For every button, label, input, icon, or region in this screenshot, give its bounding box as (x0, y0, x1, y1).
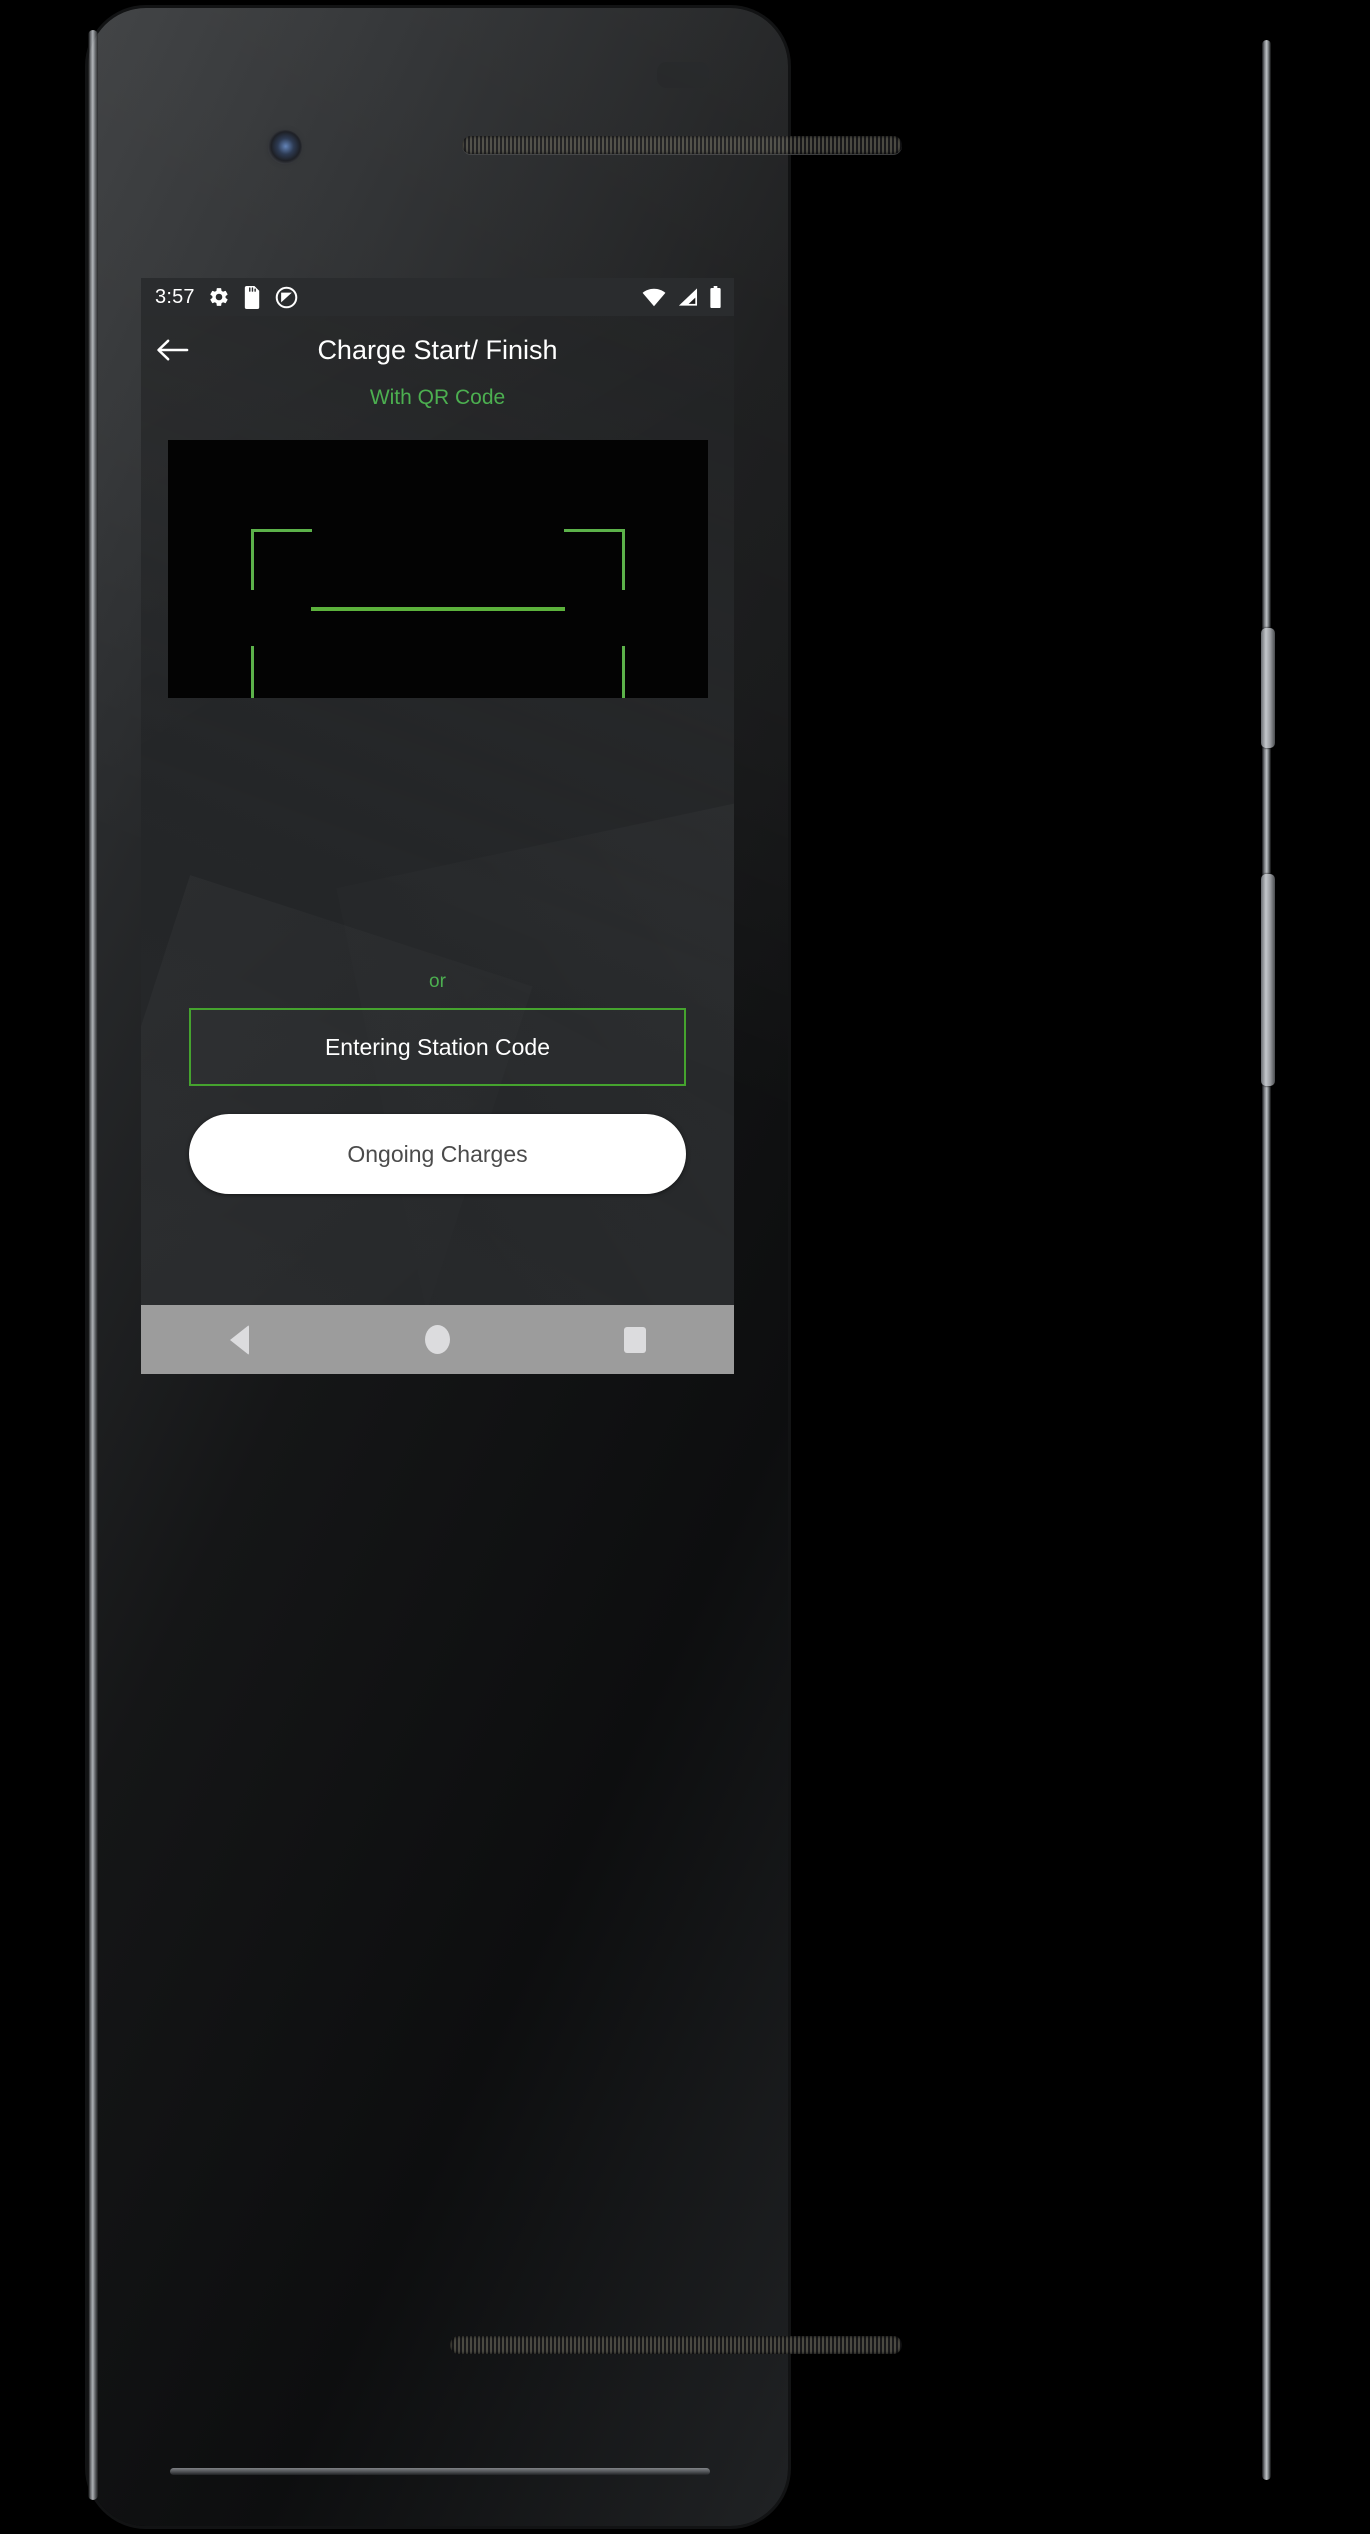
or-divider-label: or (429, 971, 446, 992)
nav-home-circle-icon (425, 1325, 450, 1354)
nav-recents-button[interactable] (536, 1305, 734, 1374)
scan-corner-bottom-left (251, 646, 312, 698)
settings-gear-icon (210, 288, 228, 306)
back-arrow-icon (156, 339, 188, 361)
status-bar-left-group: 3:57 (155, 285, 298, 309)
entering-station-code-label: Entering Station Code (324, 1033, 551, 1060)
status-bar-right-group (642, 286, 722, 308)
nav-back-triangle-icon (230, 1324, 250, 1355)
page-title: Charge Start/ Finish (317, 334, 558, 365)
phone-bottom-rim (170, 2468, 710, 2475)
nav-home-button[interactable] (339, 1305, 537, 1374)
status-bar: 3:57 (141, 278, 734, 316)
app-bar: Charge Start/ Finish (141, 316, 734, 384)
ongoing-charges-button[interactable]: Ongoing Charges (189, 1114, 686, 1194)
scan-corner-top-left (251, 529, 312, 590)
sd-card-icon (244, 285, 259, 309)
power-button[interactable] (1261, 628, 1275, 748)
cellular-signal-icon (678, 288, 698, 306)
nav-back-button[interactable] (141, 1305, 339, 1374)
nav-recents-square-icon (624, 1326, 647, 1353)
battery-full-icon (710, 286, 721, 308)
qr-subtitle-label: With QR Code (369, 386, 506, 409)
scan-corner-bottom-right (564, 646, 625, 698)
wifi-icon (642, 288, 666, 307)
do-not-disturb-icon (275, 286, 298, 308)
proximity-sensor (657, 62, 709, 88)
android-nav-bar (141, 1305, 734, 1374)
ongoing-charges-label: Ongoing Charges (347, 1140, 528, 1167)
status-clock: 3:57 (155, 285, 195, 308)
entering-station-code-button[interactable]: Entering Station Code (189, 1008, 686, 1086)
bottom-speaker (450, 2336, 902, 2354)
scan-line-indicator (311, 607, 565, 611)
phone-screen: 3:57 Charge Start/ Finish With QR Code o… (141, 278, 734, 1374)
scan-corner-top-right (564, 529, 625, 590)
front-camera-icon (268, 130, 302, 164)
back-button[interactable] (141, 316, 203, 384)
volume-button[interactable] (1261, 874, 1275, 1086)
earpiece-speaker (462, 136, 902, 154)
phone-right-rim (1262, 40, 1271, 2480)
phone-left-rim (88, 30, 98, 2500)
qr-scanner-viewport[interactable] (168, 440, 708, 698)
